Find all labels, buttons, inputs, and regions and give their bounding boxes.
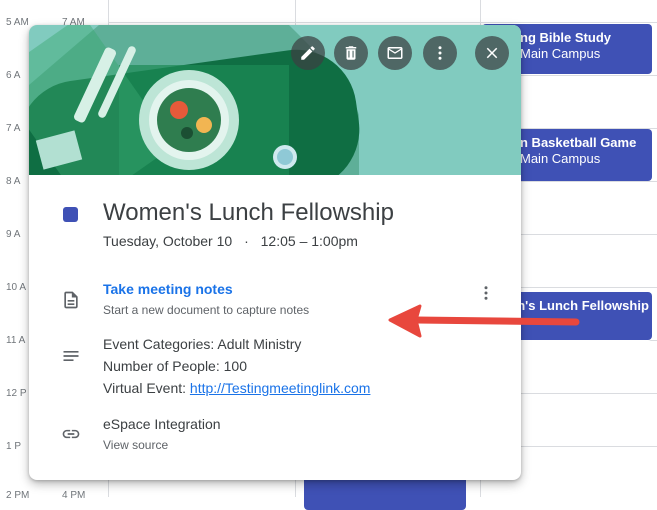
time-label: 1 P	[6, 441, 22, 452]
time-label: 2 PM	[6, 490, 30, 501]
edit-button[interactable]	[291, 36, 325, 70]
event-title: n Basketball Game	[520, 135, 637, 150]
more-options-button[interactable]	[423, 36, 457, 70]
grid-line	[108, 22, 657, 23]
close-button[interactable]	[475, 36, 509, 70]
event-time: 12:05 – 1:00pm	[260, 233, 358, 249]
mail-icon	[387, 47, 403, 59]
event-title: Women's Lunch Fellowship	[103, 199, 394, 226]
more-vert-icon	[438, 46, 442, 60]
event-color-swatch	[63, 207, 78, 222]
time-label: 9 A	[6, 229, 21, 240]
number-of-people: Number of People: 100	[103, 358, 247, 374]
time-label: 4 PM	[62, 490, 86, 501]
event-details-popup: Women's Lunch Fellowship Tuesday, Octobe…	[29, 25, 521, 480]
document-icon	[64, 291, 78, 309]
virtual-event-label: Virtual Event:	[103, 380, 190, 396]
email-button[interactable]	[378, 36, 412, 70]
time-label: 5 AM	[6, 17, 29, 28]
virtual-event: Virtual Event: http://Testingmeetinglink…	[103, 380, 370, 396]
integration-title: eSpace Integration	[103, 416, 221, 432]
time-label: 8 A	[6, 176, 21, 187]
link-icon	[62, 429, 80, 439]
event-title: ng Bible Study	[520, 30, 611, 45]
trash-icon	[345, 46, 357, 60]
virtual-event-link[interactable]: http://Testingmeetinglink.com	[190, 380, 371, 396]
event-location: Main Campus	[520, 46, 601, 61]
time-label: 6 A	[6, 70, 21, 81]
event-location: Main Campus	[520, 151, 601, 166]
meeting-notes-subtitle: Start a new document to capture notes	[103, 303, 310, 317]
take-meeting-notes-link[interactable]: Take meeting notes	[103, 281, 233, 297]
time-label: 12 P	[6, 388, 27, 399]
close-icon	[486, 47, 498, 59]
red-arrow-annotation	[388, 304, 580, 338]
delete-button[interactable]	[334, 36, 368, 70]
event-categories: Event Categories: Adult Ministry	[103, 336, 302, 352]
time-label: 10 A	[6, 282, 27, 293]
view-source-link[interactable]: View source	[103, 438, 168, 452]
event-date: Tuesday, October 10	[103, 233, 233, 249]
notes-lines-icon	[63, 351, 79, 361]
time-label: 11 A	[6, 335, 26, 346]
time-label: 7 A	[6, 123, 21, 134]
pencil-icon	[301, 46, 315, 60]
event-datetime: Tuesday, October 10 · 12:05 – 1:00pm	[103, 233, 358, 249]
separator: ·	[244, 233, 249, 249]
